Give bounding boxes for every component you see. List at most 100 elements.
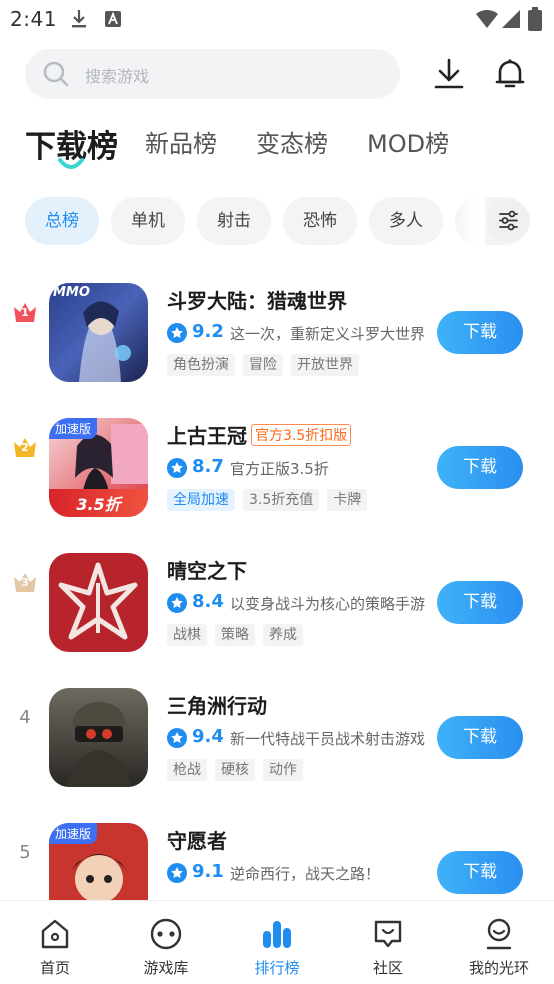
signal-icon (502, 9, 520, 33)
game-tags: 战棋 策略 养成 (167, 624, 311, 646)
game-tag: 开放世界 (291, 354, 359, 376)
icon-speedup-badge: 加速版 (49, 823, 98, 844)
icon-discount-caption: 3.5折 (49, 489, 148, 517)
filter-button[interactable] (487, 199, 530, 242)
game-name: 守愿者 (167, 829, 227, 853)
chip-all[interactable]: 总榜 (25, 197, 99, 245)
battery-icon (528, 7, 542, 35)
game-row[interactable]: 4 三角洲行动 9.4 新一代特战干员战术射击游戏 枪战 硬核 动作 下载 (0, 667, 554, 802)
nav-label: 首页 (39, 959, 70, 977)
chip-shooter[interactable]: 射击 (197, 197, 271, 245)
tab-mod-rank[interactable]: MOD榜 (367, 124, 449, 159)
game-icon[interactable] (49, 688, 148, 787)
download-button[interactable]: 下载 (437, 311, 523, 354)
game-icon[interactable]: 加速版 3.5折 (49, 418, 148, 517)
game-name: 斗罗大陆：猎魂世界 (167, 289, 347, 313)
chip-single-player[interactable]: 单机 (111, 197, 185, 245)
game-score: 9.2 (192, 321, 224, 342)
icon-watermark: MMO (53, 285, 90, 300)
download-manager-icon[interactable] (433, 58, 465, 94)
tab-mod-variant-rank[interactable]: 变态榜 (256, 124, 328, 159)
tab-new-rank[interactable]: 新品榜 (145, 124, 217, 159)
game-description: 逆命西行，战天之路！ (230, 865, 381, 883)
game-description: 新一代特战干员战术射击游戏 (230, 730, 426, 748)
game-row[interactable]: 2 加速版 3.5折 上古王冠 官方3.5折扣版 8.7 官方正版3.5折 全局加… (0, 397, 554, 532)
search-placeholder: 搜索游戏 (85, 67, 150, 86)
app-notification-icon (104, 9, 122, 33)
game-name: 三角洲行动 (167, 694, 267, 718)
wifi-icon (476, 9, 498, 33)
game-row[interactable]: 1 MMO 斗罗大陆：猎魂世界 9.2 这一次，重新定义斗罗大世界 角色扮演 冒险… (0, 262, 554, 397)
rank-number: 4 (19, 707, 31, 728)
game-score: 8.4 (192, 591, 224, 612)
crown-gold-rank-icon: 1 (12, 299, 38, 325)
download-button[interactable]: 下载 (437, 581, 523, 624)
game-name: 上古王冠 官方3.5折扣版 (167, 420, 352, 449)
game-tag: 冒险 (243, 354, 283, 376)
community-icon (374, 920, 402, 948)
game-icon[interactable]: MMO (49, 283, 148, 382)
chip-multiplayer[interactable]: 多人 (369, 197, 443, 245)
download-status-icon (70, 9, 88, 33)
star-badge-icon (167, 863, 187, 883)
game-description: 这一次，重新定义斗罗大世界 (230, 325, 426, 343)
game-tag: 策略 (215, 624, 255, 646)
download-button[interactable]: 下载 (437, 716, 523, 759)
rank-number: 2 (21, 441, 29, 454)
notification-bell-icon[interactable] (494, 58, 526, 94)
game-tag: 硬核 (215, 759, 255, 781)
game-name: 晴空之下 (167, 559, 247, 583)
star-badge-icon (167, 728, 187, 748)
game-row[interactable]: 3 晴空之下 8.4 以变身战斗为核心的策略手游 战棋 策略 养成 下载 (0, 532, 554, 667)
game-score: 8.7 (192, 456, 224, 477)
search-input[interactable]: 搜索游戏 (25, 49, 400, 99)
chip-scroll-fade (455, 197, 485, 245)
game-icon[interactable]: 加速版 (49, 823, 148, 900)
game-description: 官方正版3.5折 (230, 460, 329, 478)
game-tags: 全局加速 3.5折充值 卡牌 (167, 489, 375, 511)
icon-speedup-badge: 加速版 (49, 418, 98, 439)
game-tags: 枪战 硬核 动作 (167, 759, 311, 781)
game-icon[interactable] (49, 553, 148, 652)
crown-silver-rank-icon: 2 (12, 434, 38, 460)
rank-number: 3 (21, 576, 29, 589)
profile-icon (486, 918, 512, 950)
game-description: 以变身战斗为核心的策略手游 (230, 595, 426, 613)
bottom-nav: 首页 游戏库 排行榜 社区 我的光环 (0, 900, 554, 984)
official-discount-badge: 官方3.5折扣版 (251, 424, 352, 446)
game-tag: 战棋 (167, 624, 207, 646)
nav-game-library[interactable]: 游戏库 (111, 901, 221, 984)
game-tag: 枪战 (167, 759, 207, 781)
game-tags: 角色扮演 冒险 开放世界 (167, 354, 367, 376)
crown-bronze-rank-icon: 3 (12, 569, 38, 595)
status-bar: 2:41 (0, 0, 554, 40)
game-row[interactable]: 5 加速版 守愿者 9.1 逆命西行，战天之路！ 下载 (0, 802, 554, 900)
game-score: 9.1 (192, 861, 224, 882)
ranking-list: 1 MMO 斗罗大陆：猎魂世界 9.2 这一次，重新定义斗罗大世界 角色扮演 冒险… (0, 262, 554, 900)
ranking-icon (263, 921, 291, 948)
rank-number: 5 (19, 842, 31, 863)
gamepad-icon (150, 918, 182, 950)
chip-horror[interactable]: 恐怖 (283, 197, 357, 245)
nav-home[interactable]: 首页 (0, 901, 110, 984)
game-tag: 角色扮演 (167, 354, 235, 376)
search-icon (43, 61, 69, 91)
nav-label: 排行榜 (254, 959, 300, 977)
game-score: 9.4 (192, 726, 224, 747)
nav-ranking[interactable]: 排行榜 (222, 901, 332, 984)
rank-number: 1 (21, 306, 29, 319)
nav-profile[interactable]: 我的光环 (444, 901, 554, 984)
game-tag: 卡牌 (327, 489, 368, 511)
star-badge-icon (167, 593, 187, 613)
nav-label: 社区 (372, 959, 403, 977)
active-tab-indicator (58, 158, 84, 169)
download-button[interactable]: 下载 (437, 446, 523, 489)
game-tag: 动作 (263, 759, 303, 781)
star-badge-icon (167, 458, 187, 478)
star-badge-icon (167, 323, 187, 343)
nav-community[interactable]: 社区 (333, 901, 443, 984)
game-tag: 3.5折充值 (243, 489, 320, 511)
download-button[interactable]: 下载 (437, 851, 523, 894)
nav-label: 游戏库 (143, 959, 189, 977)
game-tag-highlight: 全局加速 (167, 489, 235, 511)
